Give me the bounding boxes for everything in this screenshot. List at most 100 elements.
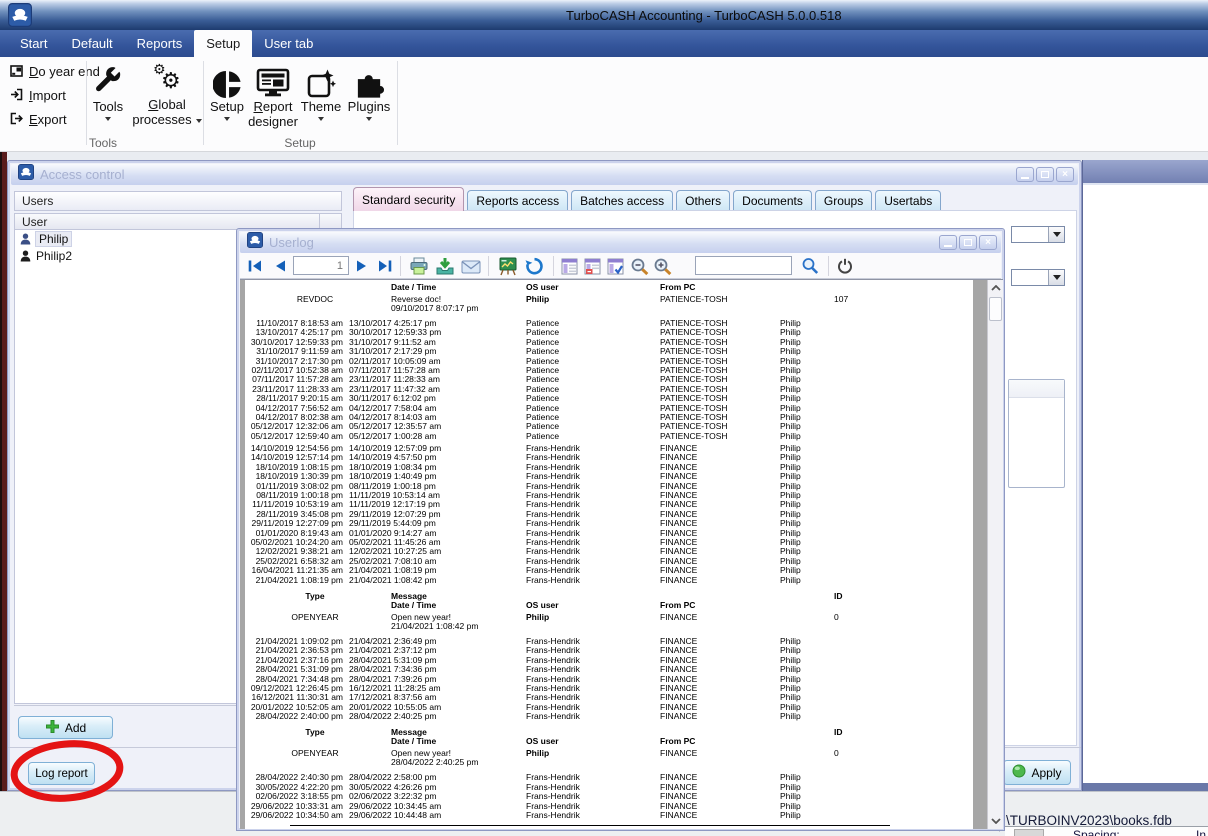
export-label: Export	[29, 112, 67, 127]
outline-view-button[interactable]	[582, 255, 603, 277]
log-report-button[interactable]: Log report	[28, 762, 95, 785]
global-processes-label: Global	[148, 97, 186, 112]
report-viewer: Date / TimeOS userFrom PCREVDOCReverse d…	[240, 279, 1003, 829]
tab-usertabs[interactable]: Usertabs	[875, 190, 941, 211]
listbox-header	[1009, 380, 1064, 398]
userlog-titlebar[interactable]: Userlog ×	[240, 232, 1001, 253]
log-message-row: OPENYEAROpen new year!PhilipFINANCE021/0…	[245, 613, 973, 631]
zoom-in-button[interactable]	[651, 255, 675, 277]
background-window	[1082, 160, 1208, 791]
ribbon: Do year end Import Export Tools ⚙⚙ Globa…	[0, 57, 1208, 152]
app-titlebar: TurboCASH Accounting - TurboCASH 5.0.0.5…	[0, 0, 1208, 30]
scrollbar-thumb[interactable]	[989, 297, 1002, 321]
prev-page-button[interactable]	[270, 255, 290, 277]
log-session-block: 14/10/2019 12:54:56 pm14/10/2019 12:57:0…	[245, 444, 973, 585]
page-number-input[interactable]	[293, 256, 349, 275]
ribbon-tab-user-tab[interactable]: User tab	[252, 30, 325, 57]
ribbon-separator	[203, 61, 204, 145]
vertical-scrollbar[interactable]	[987, 280, 1003, 829]
chevron-down-icon[interactable]	[1048, 227, 1064, 242]
tab-reports-access[interactable]: Reports access	[467, 190, 568, 211]
app-title: TurboCASH Accounting - TurboCASH 5.0.0.5…	[566, 8, 842, 23]
theme-button[interactable]: Theme	[299, 61, 343, 135]
import-button[interactable]: Import	[10, 87, 66, 104]
maximize-button[interactable]	[959, 235, 977, 250]
combobox-value	[1012, 227, 1048, 242]
refresh-button[interactable]	[522, 255, 546, 277]
maximize-button[interactable]	[1036, 167, 1054, 182]
search-button[interactable]	[799, 255, 821, 277]
tab-documents[interactable]: Documents	[733, 190, 812, 211]
combobox-value	[1012, 270, 1048, 285]
zoom-out-button[interactable]	[628, 255, 652, 277]
toolbar-separator	[553, 256, 554, 276]
tools-button[interactable]: Tools	[88, 61, 128, 135]
report-section-header: TypeMessageIDDate / TimeOS userFrom PC	[245, 728, 973, 746]
ribbon-tab-default[interactable]: Default	[59, 30, 124, 57]
background-window-titlebar	[1083, 160, 1208, 185]
report-designer-button[interactable]: Report designer	[247, 61, 299, 135]
setup-label: Setup	[210, 99, 244, 114]
security-combobox-1[interactable]	[1011, 226, 1065, 243]
next-page-button[interactable]	[352, 255, 372, 277]
chevron-down-icon	[105, 117, 111, 121]
user-name: Philip2	[36, 249, 72, 263]
ribbon-tab-start[interactable]: Start	[8, 30, 59, 57]
last-page-button[interactable]	[374, 255, 396, 277]
search-input[interactable]	[695, 256, 792, 275]
security-listbox[interactable]	[1008, 379, 1065, 488]
import-label: Import	[29, 88, 66, 103]
close-button[interactable]: ×	[1056, 167, 1074, 182]
print-button[interactable]	[407, 255, 431, 277]
clipped-cell	[1014, 829, 1044, 836]
setup-button[interactable]: Setup	[205, 61, 249, 135]
theme-label: Theme	[301, 99, 341, 114]
report-designer-label: Report	[253, 99, 292, 114]
minimize-button[interactable]	[1016, 167, 1034, 182]
tab-batches-access[interactable]: Batches access	[571, 190, 673, 211]
window-edge-strip	[0, 152, 7, 812]
window-icon	[247, 232, 263, 253]
export-button[interactable]: Export	[10, 111, 67, 128]
minimize-button[interactable]	[939, 235, 957, 250]
ribbon-tab-reports[interactable]: Reports	[125, 30, 195, 57]
save-export-button[interactable]	[433, 255, 457, 277]
email-button[interactable]	[459, 255, 483, 277]
access-control-titlebar[interactable]: Access control ×	[11, 164, 1078, 185]
chevron-down-icon	[366, 117, 372, 121]
close-button[interactable]: ×	[979, 235, 997, 250]
tab-standard-security[interactable]: Standard security	[353, 187, 464, 211]
clipped-label-spacing: Spacing:	[1073, 828, 1120, 836]
power-quit-button[interactable]	[834, 255, 856, 277]
ribbon-tab-setup[interactable]: Setup	[194, 30, 252, 57]
chevron-down-icon	[318, 117, 324, 121]
security-combobox-2[interactable]	[1011, 269, 1065, 286]
clipped-bottom-ui: Spacing: In	[1005, 826, 1208, 836]
apply-button[interactable]: Apply	[1003, 760, 1071, 785]
chevron-down-icon[interactable]	[1048, 270, 1064, 285]
thumbnails-view-button[interactable]	[559, 255, 580, 277]
user-icon	[20, 250, 31, 262]
import-icon	[10, 88, 23, 104]
export-icon	[10, 112, 23, 128]
tab-others[interactable]: Others	[676, 190, 730, 211]
page-setup-button[interactable]	[605, 255, 626, 277]
report-toolbar	[240, 253, 1001, 279]
global-processes-button[interactable]: ⚙⚙ Global processes	[133, 61, 201, 135]
scroll-up-button[interactable]	[988, 280, 1003, 296]
wrench-icon	[93, 61, 123, 99]
scroll-down-button[interactable]	[988, 813, 1003, 829]
group-label-tools: Tools	[83, 136, 123, 150]
report-end-line	[290, 825, 890, 826]
plugins-button[interactable]: Plugins	[343, 61, 395, 135]
tab-groups[interactable]: Groups	[815, 190, 872, 211]
apply-orb-icon	[1012, 764, 1026, 781]
log-row: 28/04/2022 2:40:00 pm28/04/2022 2:40:25 …	[245, 712, 973, 721]
userlog-window: Userlog ×	[236, 228, 1005, 831]
calendar-icon	[10, 64, 23, 80]
ribbon-tab-bar: StartDefaultReportsSetupUser tab	[0, 30, 1208, 57]
add-user-button[interactable]: Add	[18, 716, 113, 739]
first-page-button[interactable]	[245, 255, 265, 277]
design-board-button[interactable]	[496, 255, 520, 277]
log-report-label: Log report	[35, 768, 87, 780]
